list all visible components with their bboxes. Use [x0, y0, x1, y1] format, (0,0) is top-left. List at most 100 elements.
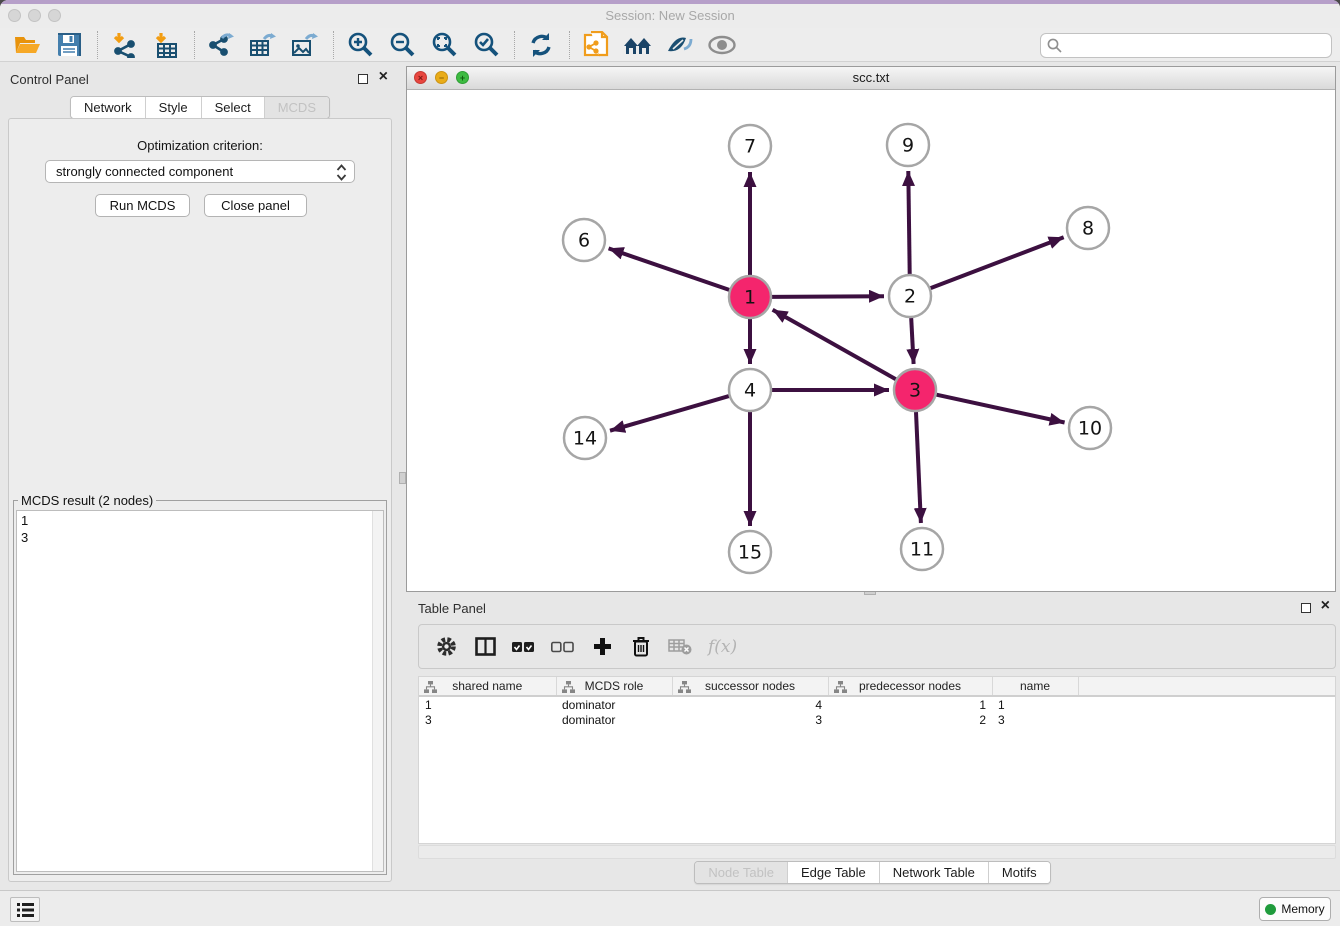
svg-text:2: 2 [904, 286, 916, 308]
search-icon [1047, 38, 1062, 53]
show-hide-icon[interactable] [705, 30, 739, 60]
table-panel-float-button[interactable] [1301, 603, 1311, 613]
zoom-selected-icon[interactable] [469, 30, 503, 60]
network-graph-canvas[interactable]: 7 9 6 8 1 2 4 3 14 10 15 11 [407, 90, 1335, 591]
table-cell[interactable]: 3 [419, 712, 556, 728]
unselect-all-icon[interactable] [550, 634, 576, 660]
control-panel-float-button[interactable] [358, 74, 368, 84]
svg-text:7: 7 [744, 136, 756, 158]
export-table-icon[interactable] [246, 30, 280, 60]
fx-label: f(x) [708, 637, 737, 657]
graph-edge-3-10[interactable] [937, 395, 1065, 423]
graph-node-15[interactable]: 15 [729, 531, 771, 573]
settings-gear-icon[interactable] [433, 634, 459, 660]
graph-node-10[interactable]: 10 [1069, 407, 1111, 449]
mcds-panel: Optimization criterion: strongly connect… [8, 118, 392, 882]
memory-label: Memory [1281, 902, 1324, 916]
graph-node-4[interactable]: 4 [729, 369, 771, 411]
table-horizontal-scrollbar[interactable] [418, 845, 1336, 859]
column-header-shared-name[interactable]: shared name [419, 677, 556, 696]
table-cell[interactable]: dominator [556, 712, 672, 728]
graph-edge-3-1[interactable] [773, 310, 896, 379]
graph-edge-2-9[interactable] [908, 171, 909, 274]
zoom-in-icon[interactable] [343, 30, 377, 60]
table-cell[interactable]: 2 [828, 712, 992, 728]
tab-style[interactable]: Style [146, 97, 202, 118]
function-builder-icon[interactable]: f(x) [706, 634, 737, 660]
close-panel-button[interactable]: Close panel [204, 194, 307, 217]
table-row[interactable]: 3dominator323 [419, 712, 1335, 728]
task-history-button[interactable] [10, 897, 40, 922]
tab-network[interactable]: Network [71, 97, 146, 118]
graph-edge-2-8[interactable] [931, 237, 1064, 288]
tab-select[interactable]: Select [202, 97, 265, 118]
tab-node-table[interactable]: Node Table [695, 862, 788, 883]
column-header-mcds-role[interactable]: MCDS role [556, 677, 672, 696]
run-mcds-button[interactable]: Run MCDS [95, 194, 190, 217]
table-cell[interactable]: 4 [672, 696, 828, 712]
import-table-icon[interactable] [149, 30, 183, 60]
graph-node-8[interactable]: 8 [1067, 207, 1109, 249]
table-cell[interactable]: dominator [556, 696, 672, 712]
select-stepper-icon [336, 164, 347, 181]
table-cell[interactable]: 3 [672, 712, 828, 728]
vizmap-icon[interactable] [663, 30, 697, 60]
export-image-icon[interactable] [288, 30, 322, 60]
delete-table-icon[interactable] [667, 634, 693, 660]
new-network-icon[interactable] [579, 30, 613, 60]
delete-column-icon[interactable] [628, 634, 654, 660]
open-file-icon[interactable] [10, 30, 44, 60]
graph-node-1[interactable]: 1 [729, 276, 771, 318]
control-panel-close-button[interactable]: × [379, 68, 388, 86]
column-header-name[interactable]: name [992, 677, 1078, 696]
tab-motifs[interactable]: Motifs [989, 862, 1050, 883]
table-cell[interactable]: 1 [992, 696, 1078, 712]
list-icon [17, 903, 34, 917]
tab-network-table[interactable]: Network Table [880, 862, 989, 883]
memory-button[interactable]: Memory [1259, 897, 1331, 921]
optimization-criterion-select[interactable]: strongly connected component [45, 160, 355, 183]
graph-node-14[interactable]: 14 [564, 417, 606, 459]
mcds-result-scrollbar[interactable] [372, 511, 383, 871]
refresh-layout-icon[interactable] [524, 30, 558, 60]
table-panel-close-button[interactable]: × [1321, 597, 1330, 615]
table-cell[interactable]: 1 [419, 696, 556, 712]
graph-node-6[interactable]: 6 [563, 219, 605, 261]
search-input[interactable] [1040, 33, 1332, 58]
table-cell[interactable]: 1 [828, 696, 992, 712]
show-columns-icon[interactable] [472, 634, 498, 660]
table-row[interactable]: 1dominator411 [419, 696, 1335, 712]
zoom-fit-icon[interactable] [427, 30, 461, 60]
graph-node-9[interactable]: 9 [887, 124, 929, 166]
add-column-icon[interactable] [589, 634, 615, 660]
tab-mcds[interactable]: MCDS [265, 97, 329, 118]
graph-edge-4-14[interactable] [610, 396, 729, 431]
select-all-icon[interactable] [511, 634, 537, 660]
network-view-titlebar[interactable]: × − + scc.txt [407, 67, 1335, 90]
mcds-result-text[interactable]: 13 [16, 510, 384, 872]
graph-edge-1-6[interactable] [609, 248, 730, 290]
graph-node-11[interactable]: 11 [901, 528, 943, 570]
graph-node-3[interactable]: 3 [894, 369, 936, 411]
column-header-predecessor-nodes[interactable]: predecessor nodes [828, 677, 992, 696]
graph-edge-2-3[interactable] [911, 318, 913, 364]
import-network-icon[interactable] [107, 30, 141, 60]
toolbar-divider [97, 31, 98, 59]
save-session-icon[interactable] [52, 30, 86, 60]
toolbar-divider [569, 31, 570, 59]
vertical-splitter-handle[interactable] [399, 472, 406, 484]
svg-text:1: 1 [744, 287, 756, 309]
graph-node-2[interactable]: 2 [889, 275, 931, 317]
graph-node-7[interactable]: 7 [729, 125, 771, 167]
column-header-successor-nodes[interactable]: successor nodes [672, 677, 828, 696]
home-layout-icon[interactable] [621, 30, 655, 60]
toolbar-divider [514, 31, 515, 59]
optimization-criterion-value: strongly connected component [56, 164, 233, 179]
graph-edge-3-11[interactable] [916, 412, 921, 523]
graph-edge-1-2[interactable] [772, 296, 884, 297]
zoom-out-icon[interactable] [385, 30, 419, 60]
table-cell[interactable]: 3 [992, 712, 1078, 728]
table-toolbar: f(x) [418, 624, 1336, 669]
export-network-icon[interactable] [204, 30, 238, 60]
tab-edge-table[interactable]: Edge Table [788, 862, 880, 883]
